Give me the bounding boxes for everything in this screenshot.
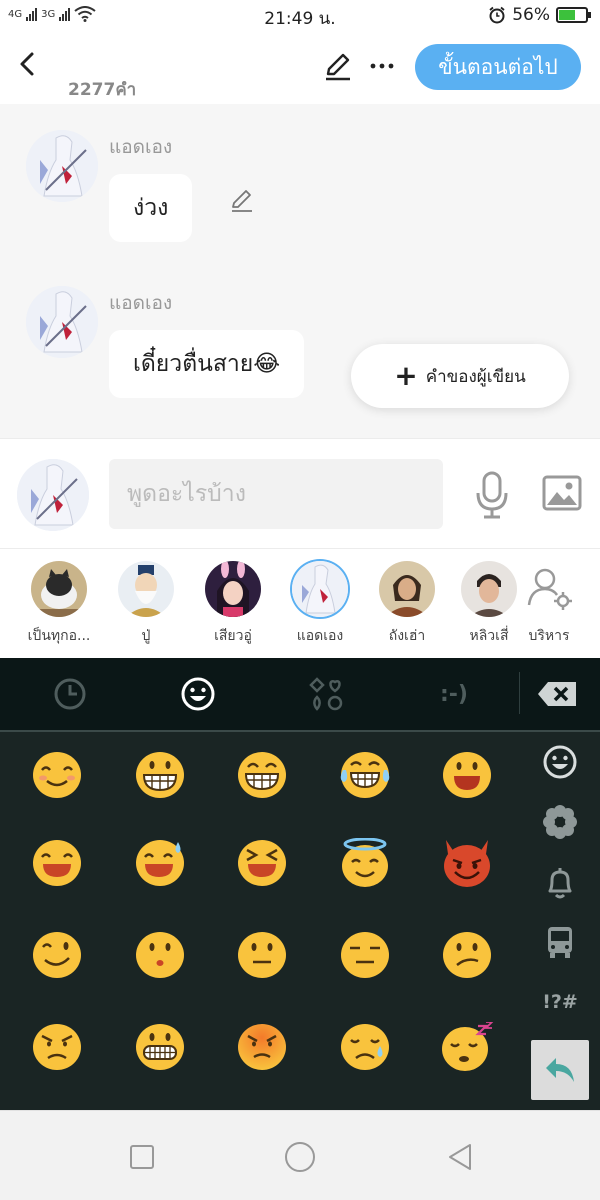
symbols-icon xyxy=(309,677,343,711)
manage-users-icon xyxy=(521,561,577,617)
character-avatar xyxy=(292,561,348,617)
character-avatar xyxy=(31,561,87,617)
grinning-face-emoji[interactable] xyxy=(133,750,187,800)
status-right: 56% xyxy=(488,5,591,25)
character-name: แอดเอง xyxy=(296,628,344,644)
backspace-icon[interactable] xyxy=(536,680,578,708)
avatar[interactable] xyxy=(26,286,98,358)
bus-icon xyxy=(548,927,572,958)
home-icon[interactable] xyxy=(284,1141,316,1173)
tears-of-joy-emoji[interactable] xyxy=(338,750,392,800)
confused-face-emoji[interactable] xyxy=(440,930,494,980)
emoji-grid: !?# xyxy=(0,730,600,1110)
alarm-icon xyxy=(489,6,505,24)
character-selector: เป็นทุกอ... ปู่ เสียวอู่ แอดเอง ถังเฮ่า … xyxy=(0,548,600,658)
side-symbols-category[interactable]: !?# xyxy=(540,982,580,1022)
winking-face-emoji[interactable] xyxy=(30,930,84,980)
message-input[interactable] xyxy=(109,459,443,529)
smiley-face-emoji[interactable] xyxy=(440,750,494,800)
side-smiley-category[interactable] xyxy=(540,742,580,782)
message-bubble[interactable]: ง่วง xyxy=(109,174,193,242)
flower-icon xyxy=(543,805,577,839)
enter-key[interactable] xyxy=(531,1040,589,1100)
pencil-icon[interactable] xyxy=(322,50,354,82)
faces-tab[interactable] xyxy=(178,674,218,714)
smiley-icon xyxy=(181,677,215,711)
character-item[interactable]: เสียวอู่ xyxy=(192,561,274,647)
kissing-face-emoji[interactable] xyxy=(133,930,187,980)
bell-icon xyxy=(548,868,572,899)
next-step-button[interactable]: ขั้นตอนต่อไป xyxy=(415,44,581,90)
smiling-face-emoji[interactable] xyxy=(30,750,84,800)
disappointed-relieved-emoji[interactable] xyxy=(338,1022,392,1072)
recent-apps-icon[interactable] xyxy=(126,1141,158,1173)
current-character-avatar[interactable] xyxy=(17,459,89,531)
more-options-icon[interactable] xyxy=(368,52,396,80)
side-objects-category[interactable] xyxy=(540,862,580,902)
avatar-image xyxy=(17,459,89,531)
pouting-face-emoji[interactable] xyxy=(235,1022,289,1072)
status-bar: 4G 3G 21:49 น. 56% xyxy=(0,0,600,32)
battery-percent: 56% xyxy=(512,5,550,25)
emoji-keyboard-tabs: :-) xyxy=(0,658,600,730)
character-name: ปู่ xyxy=(141,628,151,644)
character-item-selected[interactable]: แอดเอง xyxy=(279,561,361,647)
emoticon-tab[interactable]: :-) xyxy=(434,674,474,714)
microphone-icon[interactable] xyxy=(474,471,510,519)
message-bubble[interactable]: เดี๋ยวตื่นสาย😂 xyxy=(109,330,305,398)
character-name: บริหาร xyxy=(528,628,570,644)
sender-name: แอดเอง xyxy=(109,136,173,158)
system-nav-bar xyxy=(0,1110,600,1200)
tab-divider xyxy=(519,672,520,714)
sender-name: แอดเอง xyxy=(109,292,173,314)
battery-icon xyxy=(556,7,591,23)
character-name: เสียวอู่ xyxy=(214,628,252,644)
angry-face-emoji[interactable] xyxy=(30,1022,84,1072)
word-count: 2277คำ xyxy=(68,80,137,100)
avatar-image xyxy=(26,286,98,358)
character-item[interactable]: ปู่ xyxy=(105,561,187,647)
squinting-face-emoji[interactable] xyxy=(235,838,289,888)
character-item[interactable]: เป็นทุกอ... xyxy=(18,561,100,647)
edit-message-icon[interactable] xyxy=(228,186,256,214)
character-name: ถังเฮ่า xyxy=(388,628,426,644)
plus-icon: + xyxy=(394,359,418,392)
symbols-label: !?# xyxy=(542,991,578,1013)
sweat-smile-emoji[interactable] xyxy=(133,838,187,888)
back-arrow-icon[interactable] xyxy=(14,48,42,80)
reply-arrow-icon xyxy=(546,1058,574,1082)
neutral-face-emoji[interactable] xyxy=(235,930,289,980)
side-travel-category[interactable] xyxy=(540,922,580,962)
character-item[interactable]: ถังเฮ่า xyxy=(366,561,448,647)
compose-bar xyxy=(0,438,600,548)
sleeping-face-emoji[interactable] xyxy=(440,1021,495,1072)
character-avatar xyxy=(379,561,435,617)
grinning-smiling-eyes-emoji[interactable] xyxy=(235,750,289,800)
side-nature-category[interactable] xyxy=(540,802,580,842)
back-nav-icon[interactable] xyxy=(444,1141,476,1173)
clock-icon xyxy=(54,678,86,710)
recent-tab[interactable] xyxy=(50,674,90,714)
symbols-tab[interactable] xyxy=(306,674,346,714)
smiley-icon xyxy=(543,745,577,779)
smile-open-emoji[interactable] xyxy=(30,838,84,888)
battery-fill xyxy=(559,10,575,20)
character-name: เป็นทุกอ... xyxy=(27,628,91,644)
character-avatar xyxy=(118,561,174,617)
smiling-devil-emoji[interactable] xyxy=(440,838,494,888)
add-author-word-button[interactable]: + คำของผู้เขียน xyxy=(351,344,569,408)
chat-area: แอดเอง ง่วง แอดเอง เดี๋ยวตื่นสาย😂 + คำขอ… xyxy=(0,104,600,438)
character-avatar xyxy=(205,561,261,617)
image-icon[interactable] xyxy=(542,475,582,511)
avatar-image xyxy=(26,130,98,202)
top-bar: 2277คำ ขั้นตอนต่อไป xyxy=(0,32,600,104)
expressionless-face-emoji[interactable] xyxy=(338,930,392,980)
avatar[interactable] xyxy=(26,130,98,202)
manage-characters-button[interactable]: บริหาร xyxy=(508,561,590,647)
author-word-label: คำของผู้เขียน xyxy=(425,366,526,387)
grimacing-face-emoji[interactable] xyxy=(133,1022,187,1072)
halo-face-emoji[interactable] xyxy=(338,837,392,888)
